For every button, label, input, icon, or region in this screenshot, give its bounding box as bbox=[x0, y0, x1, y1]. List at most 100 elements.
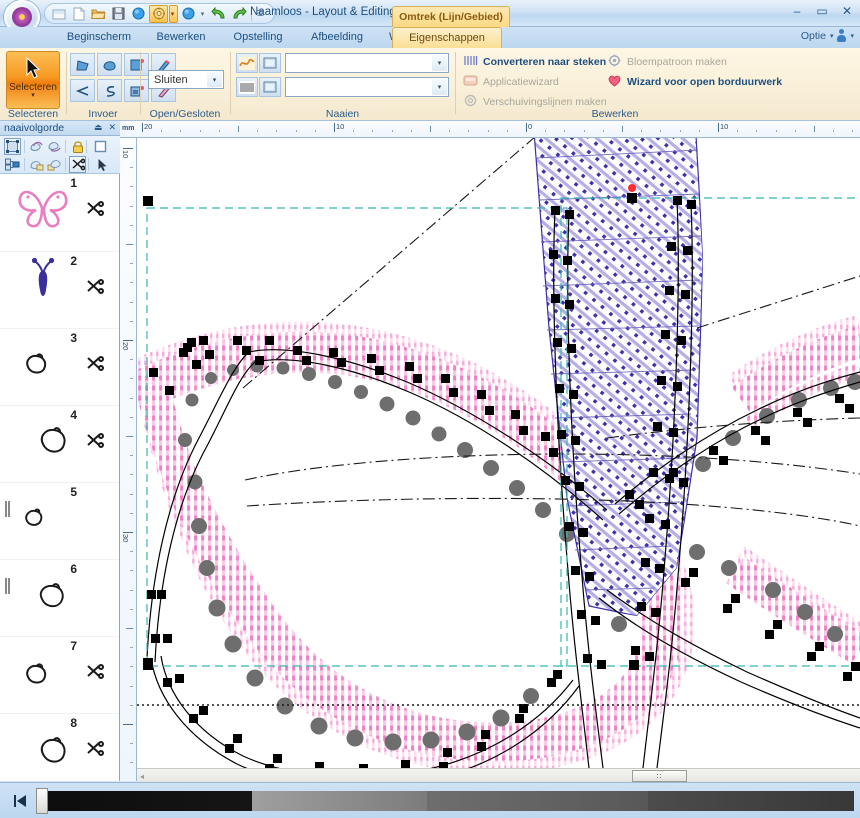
open-closed-value: Sluiten bbox=[154, 73, 188, 86]
ruler-number: 20 bbox=[121, 342, 130, 351]
openwork-wizard-command[interactable]: Wizard voor open borduurwerk bbox=[607, 74, 782, 90]
list-item-number: 5 bbox=[70, 485, 77, 499]
tab-afbeelding[interactable]: Afbeelding bbox=[299, 27, 375, 48]
list-item[interactable]: 5 bbox=[0, 483, 119, 560]
thread-cut-icon bbox=[85, 432, 105, 452]
slider-handle[interactable] bbox=[36, 788, 48, 814]
tab-eigenschappen[interactable]: Eigenschappen bbox=[392, 27, 502, 48]
scroll-left-corner-icon: ◂ bbox=[140, 772, 145, 781]
open-folder-icon[interactable] bbox=[89, 5, 108, 23]
minimize-button[interactable]: – bbox=[790, 5, 804, 17]
skip-previous-icon[interactable] bbox=[12, 792, 28, 810]
select-all-objects-icon[interactable] bbox=[4, 138, 21, 155]
panel-close-button[interactable]: ✕ bbox=[108, 122, 116, 133]
ribbon-group-invoer: Invoer bbox=[66, 48, 176, 121]
region-color-swatch-icon[interactable] bbox=[259, 77, 281, 97]
list-item-number: 7 bbox=[70, 639, 77, 653]
list-item-number: 8 bbox=[70, 716, 77, 730]
stitch-convert-icon bbox=[463, 54, 478, 70]
no-cut-marker-icon bbox=[4, 578, 10, 594]
convert-to-stitches-command[interactable]: Converteren naar steken bbox=[463, 54, 606, 70]
wing-large-outline-thumb-icon bbox=[36, 426, 70, 459]
thread-cut-icon bbox=[85, 663, 105, 683]
list-item-number: 2 bbox=[70, 254, 77, 268]
region-sew-dropdown-icon[interactable]: ▾ bbox=[432, 79, 447, 95]
body-filled-thumb-icon bbox=[28, 257, 58, 311]
thread-cut-icon bbox=[85, 740, 105, 760]
tab-opstelling[interactable]: Opstelling bbox=[219, 27, 297, 48]
maximize-restore-button[interactable]: ▭ bbox=[815, 5, 829, 17]
stitch-playback-bar bbox=[0, 782, 860, 818]
wing-large-outline-thumb-icon bbox=[36, 582, 68, 613]
list-item[interactable]: 6 bbox=[0, 560, 119, 637]
scissors-cut-icon[interactable] bbox=[69, 156, 86, 173]
tab-bewerken[interactable]: Bewerken bbox=[145, 27, 217, 48]
contextual-tab-header[interactable]: Omtrek (Lijn/Gebied) bbox=[392, 6, 510, 27]
new-blank-icon[interactable] bbox=[49, 5, 68, 23]
open-closed-dropdown-icon[interactable]: ▾ bbox=[207, 72, 222, 87]
move-up-one-icon[interactable] bbox=[28, 138, 45, 155]
close-button[interactable]: ✕ bbox=[840, 5, 854, 17]
list-item[interactable]: 1 bbox=[0, 174, 119, 252]
straight-line-path-icon[interactable] bbox=[70, 79, 95, 102]
curve-path-icon[interactable] bbox=[97, 79, 122, 102]
design-settings-dropdown-icon[interactable]: ▾ bbox=[169, 4, 178, 23]
straight-line-block-icon[interactable] bbox=[70, 53, 95, 76]
stitch-progress-slider[interactable] bbox=[36, 788, 854, 814]
no-cut-marker-icon bbox=[4, 501, 10, 517]
ruler-unit-label: mm bbox=[122, 125, 135, 132]
list-item[interactable]: 4 bbox=[0, 406, 119, 483]
butterfly-outline-thumb-icon bbox=[14, 182, 72, 235]
line-color-swatch-icon[interactable] bbox=[259, 53, 281, 73]
applique-wizard-command[interactable]: Applicatiewizard bbox=[463, 74, 559, 90]
redo-icon[interactable] bbox=[229, 5, 248, 23]
ribbon-tab-bar: Beginscherm Bewerken Opstelling Afbeeldi… bbox=[0, 27, 860, 48]
print-dropdown-icon[interactable]: ▾ bbox=[199, 5, 208, 23]
lock-icon[interactable] bbox=[69, 138, 86, 155]
move-down-one-icon[interactable] bbox=[46, 138, 63, 155]
select-tool-button[interactable]: Selecteren ▾ bbox=[6, 51, 60, 109]
curve-block-icon[interactable] bbox=[97, 53, 122, 76]
vertical-ruler: 10 20 30 bbox=[120, 138, 137, 781]
create-flower-pattern-command[interactable]: Bloempatroon maken bbox=[607, 54, 727, 70]
panel-toolbar bbox=[0, 136, 120, 174]
progress-segment-1 bbox=[36, 791, 253, 811]
line-sew-icon[interactable] bbox=[236, 53, 258, 73]
panel-pin-button[interactable]: ⏏ bbox=[94, 122, 103, 133]
frame-icon[interactable] bbox=[92, 138, 109, 155]
region-sew-combobox[interactable]: ▾ bbox=[285, 77, 449, 97]
print-preview-icon[interactable] bbox=[179, 5, 198, 23]
new-document-icon[interactable] bbox=[69, 5, 88, 23]
applique-wizard-label: Applicatiewizard bbox=[483, 76, 559, 88]
quick-access-toolbar: ▾ ▾ ☰ bbox=[44, 3, 275, 24]
panel-title-label: naaivolgorde bbox=[4, 122, 65, 134]
design-canvas[interactable] bbox=[137, 138, 860, 768]
list-item[interactable]: 7 bbox=[0, 637, 119, 714]
ruler-number: 20 bbox=[144, 122, 153, 131]
list-item[interactable]: 3 bbox=[0, 329, 119, 406]
region-sew-icon[interactable] bbox=[236, 77, 258, 97]
move-to-back-icon[interactable] bbox=[46, 156, 63, 173]
save-icon[interactable] bbox=[109, 5, 128, 23]
line-sew-combobox[interactable]: ▾ bbox=[285, 53, 449, 73]
toolbar-divider-4 bbox=[24, 158, 25, 171]
option-menu[interactable]: Optie ▾ ▾ bbox=[801, 29, 854, 42]
thread-cut-icon bbox=[85, 278, 105, 298]
list-item[interactable]: 2 bbox=[0, 252, 119, 329]
move-to-front-icon[interactable] bbox=[28, 156, 45, 173]
tab-beginscherm[interactable]: Beginscherm bbox=[55, 27, 143, 48]
open-closed-combobox[interactable]: Sluiten ▾ bbox=[148, 70, 224, 89]
canvas-horizontal-scrollbar[interactable]: ◂ ∶∶ bbox=[137, 768, 860, 782]
user-account-icon[interactable] bbox=[837, 29, 847, 42]
design-page-icon[interactable] bbox=[129, 5, 148, 23]
undo-icon[interactable] bbox=[209, 5, 228, 23]
chevron-down-icon: ▾ bbox=[829, 32, 834, 40]
list-item[interactable]: 8 bbox=[0, 714, 119, 781]
pointer-icon[interactable] bbox=[94, 156, 111, 173]
scrollbar-thumb[interactable]: ∶∶ bbox=[632, 770, 687, 782]
line-sew-dropdown-icon[interactable]: ▾ bbox=[432, 55, 447, 71]
design-settings-icon[interactable] bbox=[149, 4, 168, 23]
sewing-order-list[interactable]: 1 2 3 4 5 6 7 8 bbox=[0, 174, 119, 781]
toolbar-divider-5 bbox=[65, 158, 66, 171]
group-objects-icon[interactable] bbox=[4, 156, 21, 173]
